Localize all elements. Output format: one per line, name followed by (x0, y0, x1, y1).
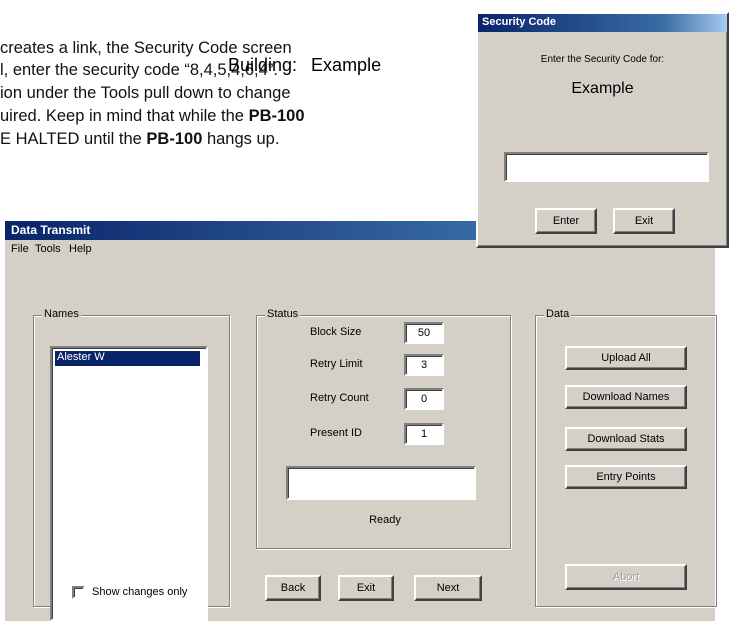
enter-button[interactable]: Enter (535, 208, 597, 234)
block-size-label: Block Size (310, 326, 362, 338)
present-id-label: Present ID (310, 427, 362, 439)
security-code-dialog: Security Code Enter the Security Code fo… (476, 12, 729, 248)
doc-line-4: uired. Keep in mind that while the PB-10… (0, 106, 305, 126)
names-list[interactable]: Alester W (50, 346, 208, 621)
building-label: Building: (228, 55, 298, 75)
doc-line-5-bold: PB-100 (146, 130, 203, 148)
download-names-button[interactable]: Download Names (565, 385, 687, 409)
doc-line-5-text: E HALTED until the (0, 130, 147, 148)
exit-button[interactable]: Exit (338, 575, 394, 601)
security-dialog-title-bar[interactable]: Security Code (478, 14, 727, 32)
security-building-name: Example (571, 80, 634, 97)
doc-line-4-bold: PB-100 (248, 107, 305, 125)
doc-line-5: E HALTED until the PB-100 hangs up. (0, 129, 279, 149)
status-text: Ready (369, 514, 401, 526)
security-prompt: Enter the Security Code for: (540, 54, 665, 65)
block-size-field[interactable]: 50 (404, 322, 444, 344)
download-stats-button[interactable]: Download Stats (565, 427, 687, 451)
security-dialog-title: Security Code (482, 16, 556, 28)
retry-count-field[interactable]: 0 (404, 388, 444, 410)
list-item[interactable]: Alester W (55, 351, 200, 366)
security-code-input[interactable] (504, 152, 709, 182)
abort-button: Abort (565, 564, 687, 590)
present-id-field[interactable]: 1 (404, 423, 444, 445)
doc-line-4-text: uired. Keep in mind that while the (0, 107, 249, 125)
retry-count-label: Retry Count (310, 392, 369, 404)
entry-points-button[interactable]: Entry Points (565, 465, 687, 489)
next-button[interactable]: Next (414, 575, 482, 601)
doc-line-3: ion under the Tools pull down to change (0, 84, 291, 102)
status-group-label: Status (265, 308, 301, 320)
retry-limit-field[interactable]: 3 (404, 354, 444, 376)
names-group-label: Names (42, 308, 81, 320)
show-changes-label: Show changes only (92, 586, 188, 598)
menu-file[interactable]: File (11, 243, 29, 255)
building-title: Building: Example (228, 55, 381, 76)
building-name: Example (311, 55, 382, 75)
back-button[interactable]: Back (265, 575, 321, 601)
doc-line-5-tail: hangs up. (202, 130, 280, 148)
window-title: Data Transmit (11, 223, 91, 237)
security-exit-button[interactable]: Exit (613, 208, 675, 234)
retry-limit-label: Retry Limit (310, 358, 363, 370)
data-group-label: Data (544, 308, 572, 320)
progress-field (286, 466, 476, 500)
menu-help[interactable]: Help (69, 243, 92, 255)
upload-all-button[interactable]: Upload All (565, 346, 687, 370)
menu-tools[interactable]: Tools (35, 243, 61, 255)
show-changes-checkbox[interactable] (72, 586, 85, 599)
